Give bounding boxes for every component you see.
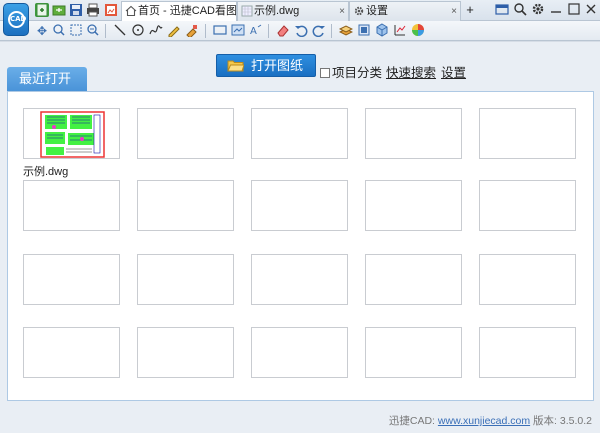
empty-slot <box>479 327 576 378</box>
layers-icon[interactable] <box>338 23 354 39</box>
empty-slot <box>479 180 576 231</box>
empty-slot <box>365 180 462 231</box>
empty-slot <box>137 108 234 159</box>
toolbar-separator <box>268 24 269 38</box>
new-tab-button[interactable]: + <box>462 2 478 18</box>
redo-icon[interactable] <box>311 23 327 39</box>
export-image-icon[interactable] <box>104 3 118 17</box>
website-link[interactable]: www.xunjiecad.com <box>438 415 530 427</box>
tab-settings-label: 设置 <box>366 5 388 17</box>
gear-icon <box>354 6 364 16</box>
window-arrange-icon[interactable] <box>494 2 510 20</box>
minimize-icon[interactable] <box>548 2 564 20</box>
tab-example-dwg[interactable]: 示例.dwg × <box>237 1 349 21</box>
footer-prefix: 迅捷CAD: <box>388 415 438 427</box>
undo-icon[interactable] <box>293 23 309 39</box>
toolbar-separator <box>205 24 206 38</box>
empty-slot <box>365 327 462 378</box>
close-icon[interactable]: × <box>339 2 345 21</box>
app-logo[interactable]: CAD <box>3 3 29 36</box>
empty-slot <box>23 180 120 231</box>
dwg-file-icon <box>241 5 253 17</box>
save-icon[interactable] <box>69 3 83 17</box>
3d-view-icon[interactable] <box>374 23 390 39</box>
polyline-icon[interactable] <box>148 23 164 39</box>
pan-icon[interactable]: ✥ <box>34 23 50 39</box>
toolbar-separator <box>331 24 332 38</box>
empty-slot <box>251 180 348 231</box>
cad-logo-icon: CAD <box>8 11 26 28</box>
empty-slot <box>137 254 234 305</box>
checkbox-box[interactable] <box>320 68 330 78</box>
drawing-toolbar: ✥ A <box>0 21 600 41</box>
empty-slot <box>251 327 348 378</box>
footer-version-info: 迅捷CAD: www.xunjiecad.com 版本: 3.5.0.2 <box>389 413 592 428</box>
home-page: 打开图纸 项目分类 快速搜索 设置 最近打开 示例.dwg 迅捷CAD: www… <box>0 42 600 433</box>
recent-file-thumbnail[interactable] <box>23 108 120 159</box>
recent-file-name[interactable]: 示例.dwg <box>23 163 68 179</box>
zoom-window-icon[interactable] <box>51 23 67 39</box>
open-drawing-button[interactable]: 打开图纸 <box>216 54 316 77</box>
print-icon[interactable] <box>86 3 100 17</box>
empty-slot <box>251 254 348 305</box>
empty-slot <box>137 180 234 231</box>
area-icon[interactable] <box>230 23 246 39</box>
settings-gear-icon[interactable] <box>530 2 546 20</box>
eraser-icon[interactable] <box>275 23 291 39</box>
dwg-preview-image <box>40 111 105 158</box>
recent-files-tab[interactable]: 最近打开 <box>7 67 87 91</box>
home-icon <box>125 5 137 17</box>
group-by-project-checkbox[interactable]: 项目分类 <box>320 62 382 81</box>
maximize-icon[interactable] <box>566 2 582 20</box>
group-by-project-label: 项目分类 <box>332 66 383 80</box>
zoom-prev-icon[interactable] <box>85 23 101 39</box>
version-label: 版本: <box>530 415 560 427</box>
close-window-icon[interactable] <box>583 2 599 20</box>
tab-settings[interactable]: 设置 × <box>349 1 461 21</box>
open-drawing-label: 打开图纸 <box>251 58 304 73</box>
line-icon[interactable] <box>112 23 128 39</box>
svg-text:A: A <box>250 26 257 37</box>
quick-search-link[interactable]: 快速搜索 <box>386 62 436 81</box>
tab-home-label: 首页 - 迅捷CAD看图 <box>138 5 237 17</box>
magnifier-icon[interactable] <box>512 2 528 20</box>
empty-slot <box>479 254 576 305</box>
empty-slot <box>137 327 234 378</box>
text-icon[interactable]: A <box>248 23 264 39</box>
empty-slot <box>251 108 348 159</box>
open-file-icon[interactable] <box>52 3 66 17</box>
text-edit-icon[interactable] <box>166 23 182 39</box>
circle-icon[interactable] <box>130 23 146 39</box>
settings-link[interactable]: 设置 <box>441 62 466 81</box>
version-number: 3.5.0.2 <box>559 415 592 427</box>
toolbar-separator <box>105 24 106 38</box>
new-file-icon[interactable] <box>35 3 49 17</box>
zoom-extents-icon[interactable] <box>68 23 84 39</box>
color-wheel-icon[interactable] <box>410 23 426 39</box>
empty-slot <box>23 254 120 305</box>
empty-slot <box>365 108 462 159</box>
folder-icon <box>227 60 244 72</box>
plot-icon[interactable] <box>392 23 408 39</box>
tab-home[interactable]: 首页 - 迅捷CAD看图 <box>121 1 237 22</box>
title-bar: CAD 首页 - 迅捷CAD看图 示例.dwg × 设置 × + <box>0 0 600 36</box>
tab-example-dwg-label: 示例.dwg <box>254 5 300 17</box>
cloud-markup-icon[interactable] <box>184 23 200 39</box>
empty-slot <box>23 327 120 378</box>
layout-icon[interactable] <box>356 23 372 39</box>
close-icon[interactable]: × <box>451 2 457 21</box>
empty-slot <box>479 108 576 159</box>
empty-slot <box>365 254 462 305</box>
recent-files-panel: 示例.dwg <box>7 91 594 401</box>
rect-measure-icon[interactable] <box>212 23 228 39</box>
